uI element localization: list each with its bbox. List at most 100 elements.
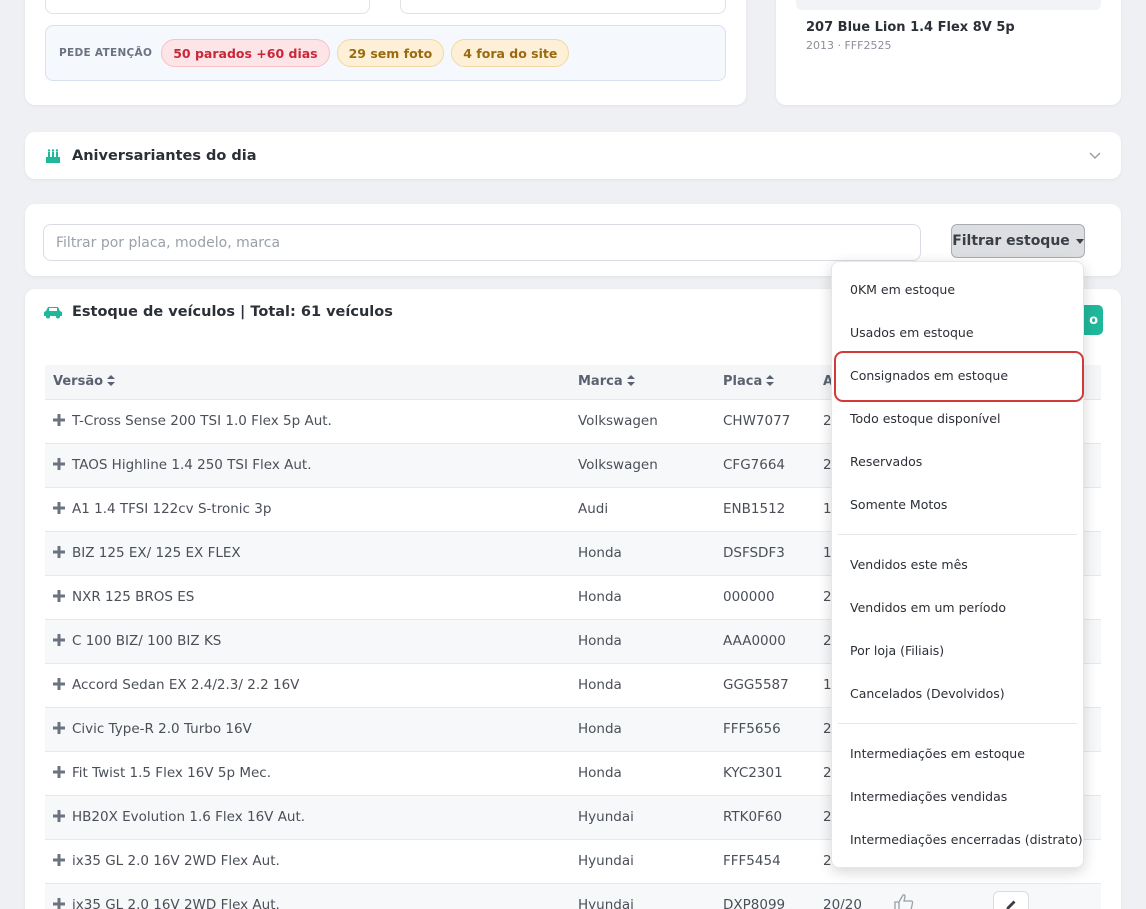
attention-label: PEDE ATENÇÃO xyxy=(59,47,153,59)
filter-stock-button[interactable]: Filtrar estoque xyxy=(951,224,1085,258)
versao-text: T-Cross Sense 200 TSI 1.0 Flex 5p Aut. xyxy=(72,413,332,429)
summary-box-left xyxy=(45,0,370,14)
cell-placa: DSFSDF3 xyxy=(715,531,815,576)
expand-plus-icon[interactable] xyxy=(53,722,65,734)
column-marca[interactable]: Marca xyxy=(570,365,715,400)
cell-versao: BIZ 125 EX/ 125 EX FLEX xyxy=(45,531,570,576)
car-icon xyxy=(44,307,62,319)
cell-marca: Volkswagen xyxy=(570,443,715,488)
cell-placa: FFF5656 xyxy=(715,707,815,752)
featured-car-subtitle: 2013 · FFF2525 xyxy=(806,39,892,52)
cell-placa: RTK0F60 xyxy=(715,795,815,840)
cell-versao: Civic Type-R 2.0 Turbo 16V xyxy=(45,707,570,752)
caret-down-icon xyxy=(1075,238,1084,244)
menu-item-somente-motos[interactable]: Somente Motos xyxy=(832,483,1083,526)
cell-placa: ENB1512 xyxy=(715,487,815,532)
dropdown-group-intermediacoes: Intermediações em estoque Intermediações… xyxy=(832,732,1083,861)
cell-versao: T-Cross Sense 200 TSI 1.0 Flex 5p Aut. xyxy=(45,399,570,444)
cell-versao: ix35 GL 2.0 16V 2WD Flex Aut. xyxy=(45,883,570,909)
attention-panel: PEDE ATENÇÃO 50 parados +60 dias 29 sem … xyxy=(45,25,726,81)
expand-plus-icon[interactable] xyxy=(53,590,65,602)
cell-placa: AAA0000 xyxy=(715,619,815,664)
sem-foto-badge[interactable]: 29 sem foto xyxy=(336,39,445,67)
fora-site-badge[interactable]: 4 fora do site xyxy=(451,39,570,67)
cell-placa: KYC2301 xyxy=(715,751,815,796)
cell-placa: DXP8099 xyxy=(715,883,815,909)
versao-text: ix35 GL 2.0 16V 2WD Flex Aut. xyxy=(72,853,280,869)
cell-versao: ix35 GL 2.0 16V 2WD Flex Aut. xyxy=(45,839,570,884)
versao-text: ix35 GL 2.0 16V 2WD Flex Aut. xyxy=(72,897,280,909)
edit-button[interactable] xyxy=(993,891,1030,909)
versao-text: C 100 BIZ/ 100 BIZ KS xyxy=(72,633,222,649)
expand-plus-icon[interactable] xyxy=(53,854,65,866)
featured-car-card[interactable]: 207 Blue Lion 1.4 Flex 8V 5p 2013 · FFF2… xyxy=(776,0,1121,105)
versao-text: NXR 125 BROS ES xyxy=(72,589,195,605)
search-input[interactable] xyxy=(43,224,921,261)
column-versao-label: Versão xyxy=(53,374,104,390)
expand-plus-icon[interactable] xyxy=(53,502,65,514)
add-vehicle-label: o xyxy=(1089,312,1098,328)
menu-divider xyxy=(838,534,1077,535)
cell-marca: Honda xyxy=(570,707,715,752)
expand-plus-icon[interactable] xyxy=(53,898,65,909)
birthdays-panel[interactable]: Aniversariantes do dia xyxy=(25,132,1121,179)
cell-versao: NXR 125 BROS ES xyxy=(45,575,570,620)
thumbs-up-icon[interactable] xyxy=(893,893,915,909)
expand-plus-icon[interactable] xyxy=(53,634,65,646)
menu-item-intermediacoes-estoque[interactable]: Intermediações em estoque xyxy=(832,732,1083,775)
cell-placa: CFG7664 xyxy=(715,443,815,488)
chevron-down-icon[interactable] xyxy=(1089,149,1101,161)
versao-text: Fit Twist 1.5 Flex 16V 5p Mec. xyxy=(72,765,271,781)
cell-placa: FFF5454 xyxy=(715,839,815,884)
sort-icon xyxy=(107,375,116,387)
expand-plus-icon[interactable] xyxy=(53,414,65,426)
column-versao[interactable]: Versão xyxy=(45,365,570,400)
menu-item-reservados[interactable]: Reservados xyxy=(832,440,1083,483)
cell-marca: Hyundai xyxy=(570,883,715,909)
cell-marca: Honda xyxy=(570,531,715,576)
versao-text: BIZ 125 EX/ 125 EX FLEX xyxy=(72,545,241,561)
cell-rating xyxy=(885,883,965,909)
birthdays-title: Aniversariantes do dia xyxy=(72,147,257,164)
summary-box-right xyxy=(400,0,726,14)
expand-plus-icon[interactable] xyxy=(53,766,65,778)
cell-versao: HB20X Evolution 1.6 Flex 16V Aut. xyxy=(45,795,570,840)
cell-versao: Fit Twist 1.5 Flex 16V 5p Mec. xyxy=(45,751,570,796)
expand-plus-icon[interactable] xyxy=(53,810,65,822)
cell-marca: Hyundai xyxy=(570,795,715,840)
menu-item-por-loja[interactable]: Por loja (Filiais) xyxy=(832,629,1083,672)
filter-stock-dropdown: 0KM em estoque Usados em estoque Consign… xyxy=(831,261,1084,868)
dropdown-group-vendidos: Vendidos este mês Vendidos em um período… xyxy=(832,543,1083,715)
menu-item-consignados[interactable]: Consignados em estoque xyxy=(832,354,1083,397)
menu-item-intermediacoes-encerradas[interactable]: Intermediações encerradas (distrato) xyxy=(832,818,1083,861)
column-placa-label: Placa xyxy=(723,374,763,390)
cell-versao: TAOS Highline 1.4 250 TSI Flex Aut. xyxy=(45,443,570,488)
dropdown-group-estoque: 0KM em estoque Usados em estoque Consign… xyxy=(832,268,1083,526)
cell-ano: 20/20 xyxy=(815,883,885,909)
menu-item-usados[interactable]: Usados em estoque xyxy=(832,311,1083,354)
expand-plus-icon[interactable] xyxy=(53,546,65,558)
expand-plus-icon[interactable] xyxy=(53,678,65,690)
menu-item-vendidos-periodo[interactable]: Vendidos em um período xyxy=(832,586,1083,629)
cell-marca: Audi xyxy=(570,487,715,532)
cell-marca: Honda xyxy=(570,663,715,708)
parados-badge[interactable]: 50 parados +60 dias xyxy=(161,39,330,67)
menu-item-cancelados[interactable]: Cancelados (Devolvidos) xyxy=(832,672,1083,715)
cell-versao: C 100 BIZ/ 100 BIZ KS xyxy=(45,619,570,664)
menu-item-todo-estoque[interactable]: Todo estoque disponível xyxy=(832,397,1083,440)
inventory-title: Estoque de veículos | Total: 61 veículos xyxy=(72,304,393,320)
cell-marca: Honda xyxy=(570,751,715,796)
column-placa[interactable]: Placa xyxy=(715,365,815,400)
cell-placa: CHW7077 xyxy=(715,399,815,444)
car-photo xyxy=(796,0,1101,10)
versao-text: Civic Type-R 2.0 Turbo 16V xyxy=(72,721,252,737)
menu-item-intermediacoes-vendidas[interactable]: Intermediações vendidas xyxy=(832,775,1083,818)
cell-site xyxy=(964,883,986,909)
table-row[interactable]: ix35 GL 2.0 16V 2WD Flex Aut. Hyundai DXP8… xyxy=(45,883,1101,909)
expand-plus-icon[interactable] xyxy=(53,458,65,470)
inventory-header: Estoque de veículos | Total: 61 veículos xyxy=(43,304,393,320)
pencil-icon xyxy=(1006,900,1016,909)
menu-item-0km[interactable]: 0KM em estoque xyxy=(832,268,1083,311)
menu-item-vendidos-mes[interactable]: Vendidos este mês xyxy=(832,543,1083,586)
versao-text: HB20X Evolution 1.6 Flex 16V Aut. xyxy=(72,809,306,825)
